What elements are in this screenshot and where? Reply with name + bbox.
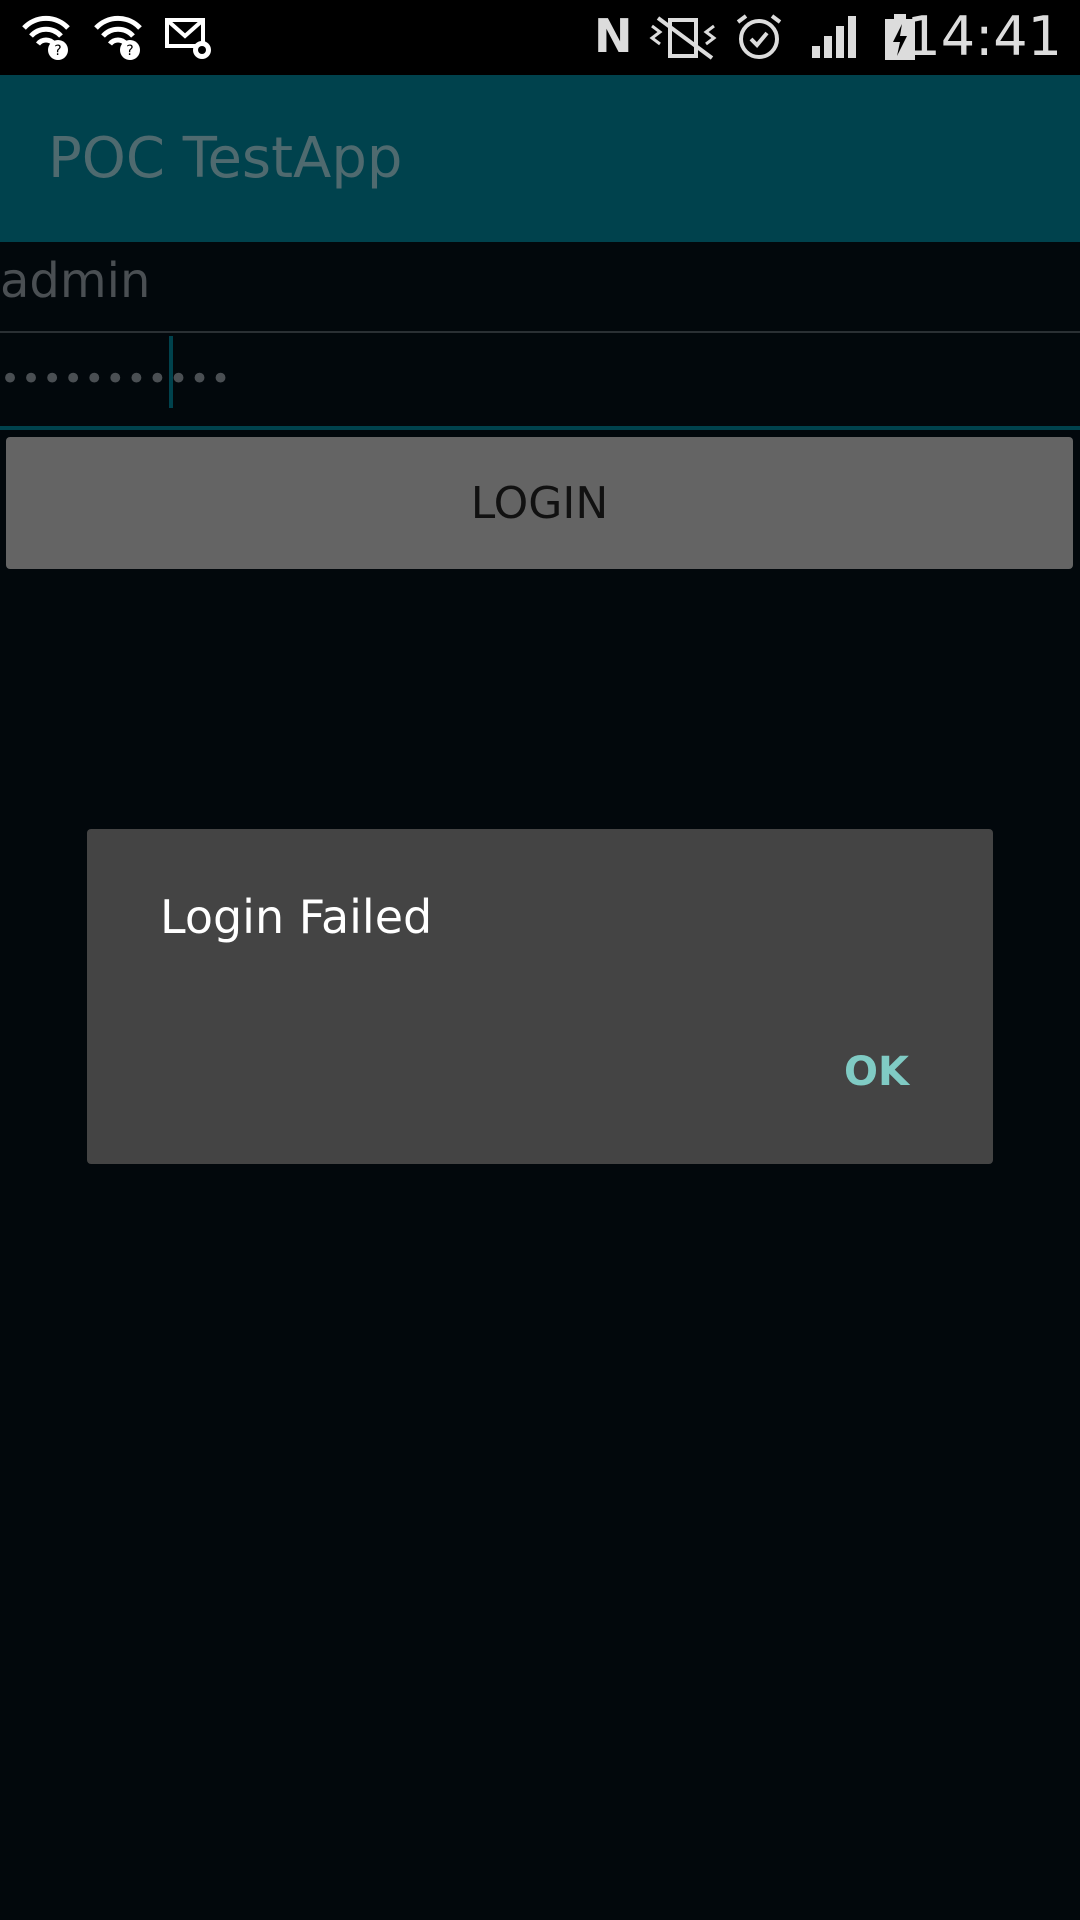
status-time: 14:41 bbox=[906, 5, 1062, 68]
alarm-icon bbox=[734, 12, 784, 62]
text-cursor bbox=[169, 336, 173, 408]
vibrate-icon bbox=[648, 12, 720, 62]
svg-text:N: N bbox=[594, 12, 633, 62]
email-settings-icon bbox=[164, 12, 216, 62]
login-failed-dialog: Login Failed OK bbox=[87, 829, 993, 1164]
app-bar: POC TestApp bbox=[0, 75, 1080, 242]
password-field[interactable]: ••••••••••• bbox=[0, 336, 1080, 430]
username-underline bbox=[0, 331, 1080, 333]
wifi-question-icon: ? bbox=[20, 12, 72, 62]
status-bar: ? ? N 14:41 bbox=[0, 0, 1080, 75]
svg-text:?: ? bbox=[54, 43, 61, 59]
password-value: ••••••••••• bbox=[0, 359, 232, 399]
login-button[interactable]: LOGIN bbox=[6, 437, 1073, 569]
password-underline bbox=[0, 426, 1080, 430]
username-field[interactable]: admin bbox=[0, 243, 1080, 333]
username-value: admin bbox=[0, 253, 151, 309]
ok-button[interactable]: OK bbox=[844, 1047, 909, 1097]
dialog-message: Login Failed bbox=[160, 890, 433, 944]
nfc-icon: N bbox=[588, 12, 636, 62]
signal-icon bbox=[810, 12, 862, 62]
wifi-question-icon: ? bbox=[92, 12, 144, 62]
app-title: POC TestApp bbox=[48, 126, 403, 191]
svg-text:?: ? bbox=[126, 43, 133, 59]
